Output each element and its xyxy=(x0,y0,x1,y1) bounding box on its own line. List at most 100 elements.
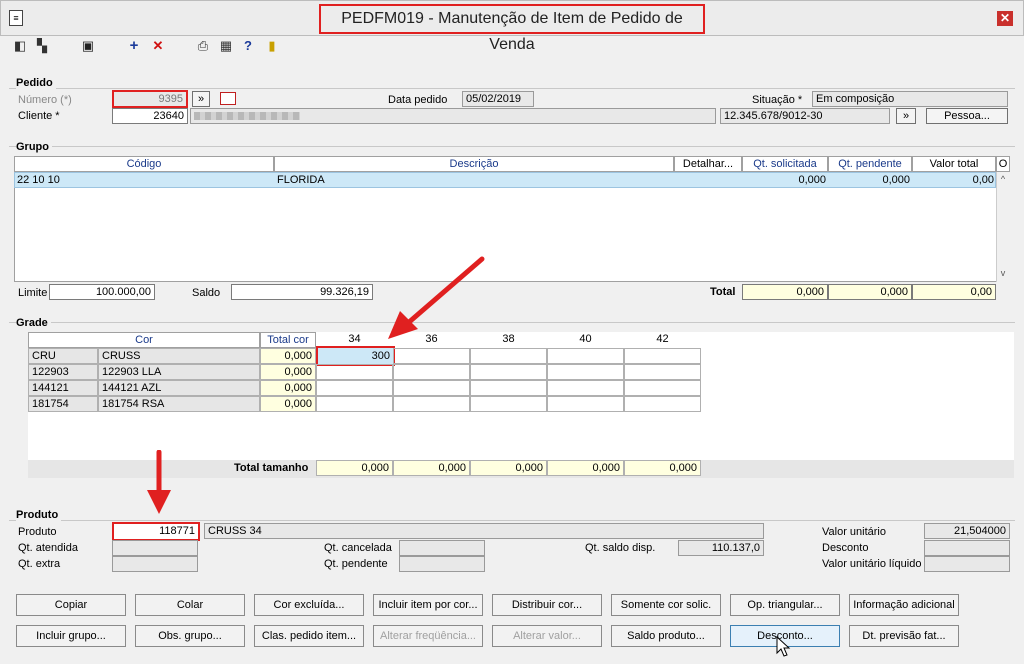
col-codigo[interactable]: Código xyxy=(14,156,274,172)
copiar-button[interactable]: Copiar xyxy=(16,594,126,616)
grade-cell-qty[interactable] xyxy=(547,348,624,364)
annotation-arrow-produto xyxy=(147,450,171,514)
save-icon[interactable]: ▣ xyxy=(80,38,96,54)
alterar-frequencia-button[interactable]: Alterar freqüência... xyxy=(373,625,483,647)
close-button[interactable]: ✕ xyxy=(997,11,1013,26)
add-icon[interactable]: + xyxy=(126,38,142,54)
grade-cell-qty[interactable] xyxy=(547,364,624,380)
col-qt-pendente[interactable]: Qt. pendente xyxy=(828,156,912,172)
valor-unitario-field: 21,504000 xyxy=(924,523,1010,539)
title-bar: ≡ PEDFM019 - Manutenção de Item de Pedid… xyxy=(0,0,1024,53)
delete-icon[interactable]: ✕ xyxy=(150,38,166,54)
total-tamanho-value: 0,000 xyxy=(316,460,393,476)
window-title: PEDFM019 - Manutenção de Item de Pedido … xyxy=(319,4,705,53)
col-o[interactable]: O xyxy=(996,156,1010,172)
grade-cell-name: CRUSS xyxy=(98,348,260,364)
calendar-icon[interactable] xyxy=(220,92,236,105)
alterar-valor-button[interactable]: Alterar valor... xyxy=(492,625,602,647)
grade-col-size[interactable]: 40 xyxy=(547,332,624,348)
grade-cell-qty[interactable] xyxy=(316,396,393,412)
total-tamanho-value: 0,000 xyxy=(547,460,624,476)
distribuir-cor-button[interactable]: Distribuir cor... xyxy=(492,594,602,616)
total-tamanho-value: 0,000 xyxy=(624,460,701,476)
exit-icon[interactable]: ▮ xyxy=(264,38,280,54)
limite-field: 100.000,00 xyxy=(49,284,155,300)
grade-cell-code: 181754 xyxy=(28,396,98,412)
col-qt-solicitada[interactable]: Qt. solicitada xyxy=(742,156,828,172)
incluir-grupo-button[interactable]: Incluir grupo... xyxy=(16,625,126,647)
print-icon[interactable]: ⎙ xyxy=(195,38,211,54)
grade-cell-qty[interactable] xyxy=(470,380,547,396)
saldo-field: 99.326,19 xyxy=(231,284,373,300)
grade-cell-name: 144121 AZL xyxy=(98,380,260,396)
grade-cell-total: 0,000 xyxy=(260,364,316,380)
grade-cell-qty[interactable] xyxy=(393,396,470,412)
grade-col-cor[interactable]: Cor xyxy=(28,332,260,348)
annotation-arrow-grade xyxy=(388,256,485,339)
produto-name-field: CRUSS 34 xyxy=(204,523,764,539)
col-descricao[interactable]: Descrição xyxy=(274,156,674,172)
cnpj-lookup-button[interactable]: » xyxy=(896,108,916,124)
grade-cell-qty[interactable] xyxy=(624,380,701,396)
grade-cell-qty[interactable] xyxy=(547,380,624,396)
clas-pedido-item-button[interactable]: Clas. pedido item... xyxy=(254,625,364,647)
scroll-up-icon[interactable]: ^ xyxy=(996,172,1010,186)
total-valor: 0,00 xyxy=(912,284,996,300)
cliente-field[interactable]: 23640 xyxy=(112,108,188,124)
col-valor-total[interactable]: Valor total xyxy=(912,156,996,172)
op-triangular-button[interactable]: Op. triangular... xyxy=(730,594,840,616)
grade-col-total-cor[interactable]: Total cor xyxy=(260,332,316,348)
grade-cell-qty[interactable] xyxy=(393,348,470,364)
cliente-name-field xyxy=(190,108,716,124)
total-tamanho-value: 0,000 xyxy=(470,460,547,476)
somente-cor-solic-button[interactable]: Somente cor solic. xyxy=(611,594,721,616)
total-tamanho-label: Total tamanho xyxy=(234,462,309,474)
grade-cell-qty[interactable] xyxy=(470,348,547,364)
qt-atendida-label: Qt. atendida xyxy=(18,542,78,554)
scroll-down-icon[interactable]: v xyxy=(996,266,1010,280)
grupo-section-label: Grupo xyxy=(16,141,52,153)
limite-label: Limite xyxy=(18,287,48,299)
grade-cell-qty[interactable] xyxy=(393,380,470,396)
grade-cell-qty[interactable] xyxy=(470,396,547,412)
first-record-icon[interactable]: ◧ xyxy=(12,38,28,54)
grade-cell-qty[interactable] xyxy=(547,396,624,412)
saldo-produto-button[interactable]: Saldo produto... xyxy=(611,625,721,647)
grade-cell-qty[interactable] xyxy=(624,348,701,364)
obs-grupo-button[interactable]: Obs. grupo... xyxy=(135,625,245,647)
desconto-label: Desconto xyxy=(822,542,869,554)
calculator-icon[interactable]: ▦ xyxy=(218,38,234,54)
total-label: Total xyxy=(710,286,736,298)
produto-code-field[interactable]: 118771 xyxy=(112,522,200,541)
grade-cell-qty[interactable] xyxy=(470,364,547,380)
grade-cell-total: 0,000 xyxy=(260,380,316,396)
pessoa-button[interactable]: Pessoa... xyxy=(926,108,1008,124)
grade-cell-qty[interactable] xyxy=(393,364,470,380)
desconto-field xyxy=(924,540,1010,556)
grade-cell-qty[interactable] xyxy=(624,396,701,412)
colar-button[interactable]: Colar xyxy=(135,594,245,616)
help-icon[interactable]: ? xyxy=(240,38,256,54)
row-qt-pendente: 0,000 xyxy=(882,174,910,186)
grade-cell-qty[interactable] xyxy=(316,364,393,380)
total-tamanho-value: 0,000 xyxy=(393,460,470,476)
col-detalhar[interactable]: Detalhar... xyxy=(674,156,742,172)
qt-cancelada-field xyxy=(399,540,485,556)
incluir-item-por-cor-button[interactable]: Incluir item por cor... xyxy=(373,594,483,616)
data-pedido-field: 05/02/2019 xyxy=(462,91,534,107)
grade-col-size[interactable]: 42 xyxy=(624,332,701,348)
numero-label: Número (*) xyxy=(18,94,72,106)
grade-cell-qty[interactable] xyxy=(624,364,701,380)
saldo-label: Saldo xyxy=(192,287,221,299)
valor-liquido-field xyxy=(924,556,1010,572)
cnpj-field: 12.345.678/9012-30 xyxy=(720,108,890,124)
numero-lookup-button[interactable]: » xyxy=(192,91,210,107)
row-valor-total: 0,00 xyxy=(972,174,994,186)
duplicate-icon[interactable]: ▚ xyxy=(34,38,50,54)
informacao-adicional-button[interactable]: Informação adicional xyxy=(849,594,959,616)
dt-previsao-fat-button[interactable]: Dt. previsão fat... xyxy=(849,625,959,647)
grade-cell-qty-active[interactable]: 300 xyxy=(316,346,395,366)
numero-field[interactable]: 9395 xyxy=(112,90,188,108)
grade-cell-qty[interactable] xyxy=(316,380,393,396)
cor-excluida-button[interactable]: Cor excluída... xyxy=(254,594,364,616)
